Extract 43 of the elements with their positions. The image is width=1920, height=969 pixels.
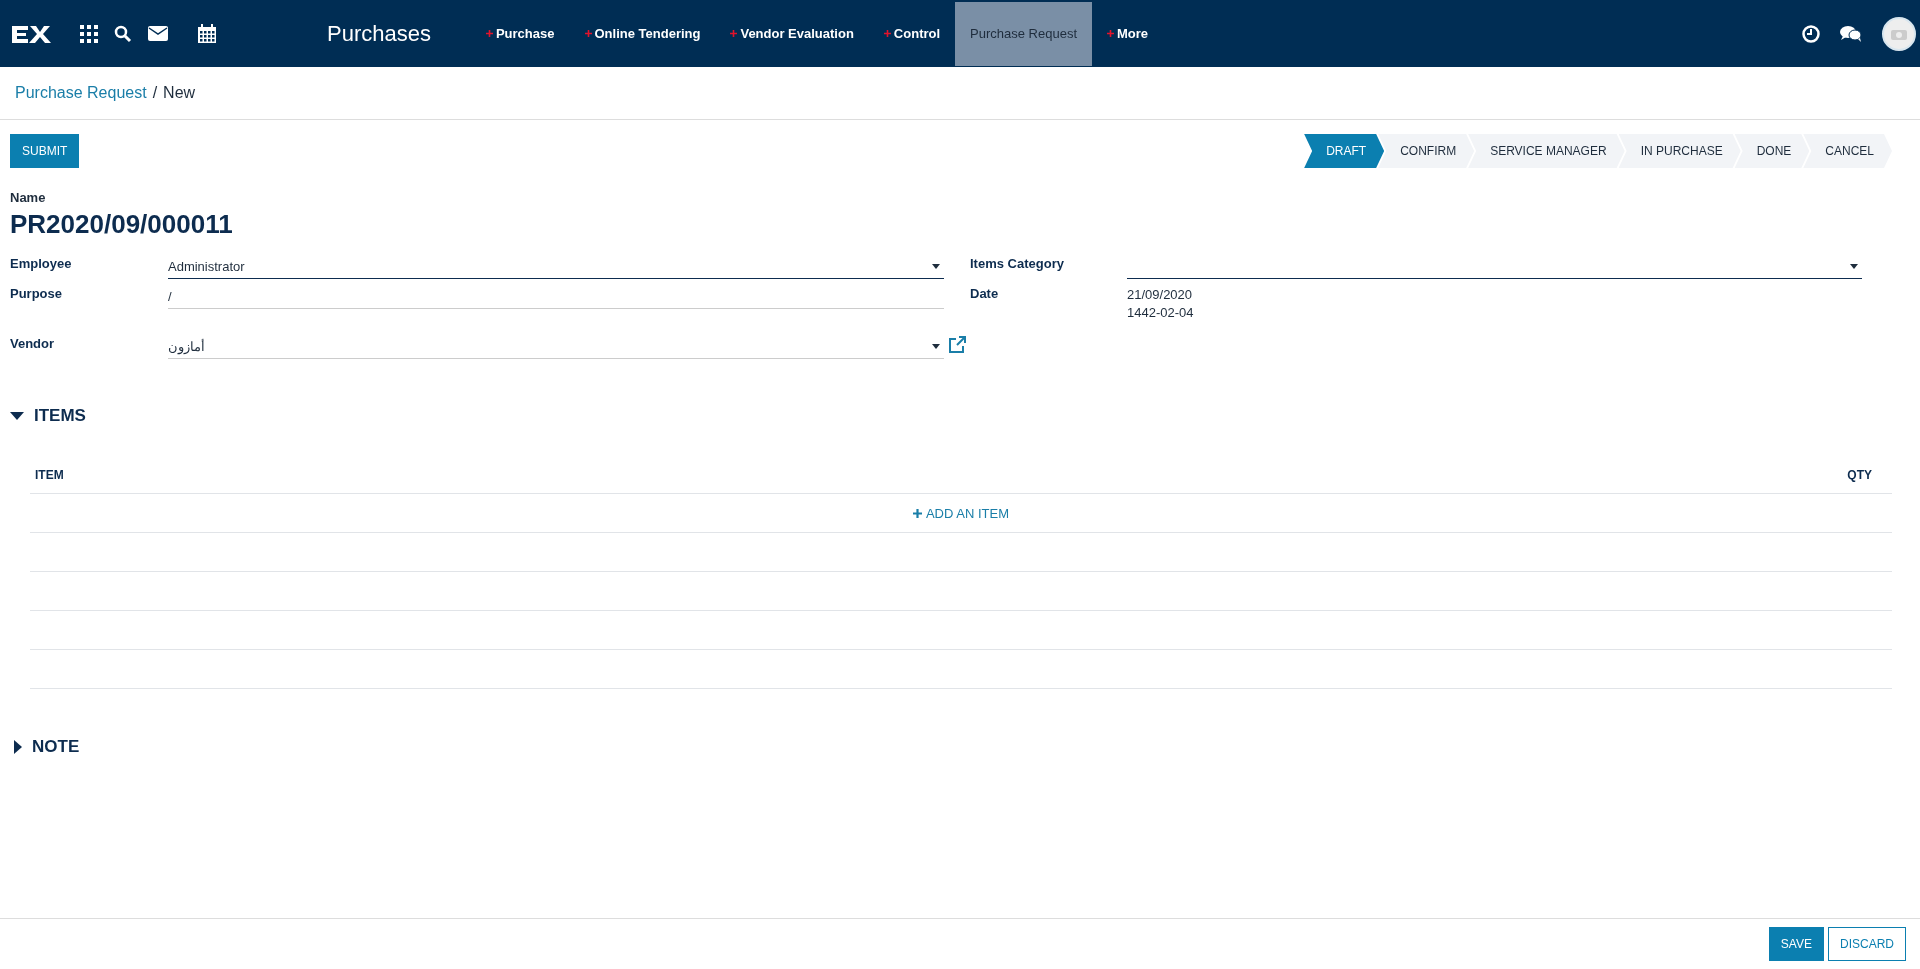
plus-icon: [912, 508, 922, 518]
status-stage[interactable]: SERVICE MANAGER: [1468, 134, 1625, 168]
status-stage[interactable]: DONE: [1734, 134, 1810, 168]
external-link-icon[interactable]: [948, 336, 966, 354]
discard-button[interactable]: DISCARD: [1828, 927, 1906, 961]
apps-grid-icon[interactable]: [80, 24, 98, 43]
field-label: Items Category: [970, 255, 1065, 271]
chat-bubbles-icon[interactable]: [1840, 24, 1862, 43]
submit-button[interactable]: SUBMIT: [10, 134, 80, 168]
clock-icon[interactable]: [1802, 24, 1820, 43]
breadcrumb-link[interactable]: Purchase Request: [15, 84, 147, 102]
breadcrumb-current: New: [163, 84, 196, 102]
calendar-icon[interactable]: [198, 24, 216, 43]
status-stage[interactable]: CONFIRM: [1378, 134, 1475, 168]
input-field[interactable]: /: [168, 284, 944, 309]
add-item-link[interactable]: ADD AN ITEM: [925, 505, 1010, 521]
nav-menu-item[interactable]: Purchase: [470, 1, 570, 66]
select-field[interactable]: أمازون: [168, 334, 944, 359]
app-title: Purchases: [327, 20, 431, 47]
save-button[interactable]: SAVE: [1768, 927, 1824, 961]
search-icon[interactable]: [114, 24, 132, 43]
nav-menu-item[interactable]: Vendor Evaluation: [715, 1, 869, 66]
breadcrumb-separator: /: [152, 84, 158, 102]
note-section-toggle[interactable]: NOTE: [10, 737, 1892, 757]
user-avatar[interactable]: [1882, 16, 1916, 51]
field-label: Purpose: [10, 285, 63, 301]
field-label: Name: [10, 190, 47, 205]
field-label: Employee: [10, 255, 73, 271]
table-header: ITEM QTY: [30, 456, 1892, 494]
date-value: 21/09/2020 1442-02-04: [1127, 286, 1195, 322]
envelope-icon[interactable]: [148, 26, 168, 41]
status-stage[interactable]: IN PURCHASE: [1618, 134, 1741, 168]
field-label: Vendor: [10, 335, 56, 351]
nav-menu-item[interactable]: More: [1092, 1, 1164, 66]
status-stage[interactable]: DRAFT: [1304, 134, 1385, 168]
field-label: Date: [970, 285, 1000, 301]
items-section-toggle[interactable]: ITEMS: [10, 406, 1892, 426]
record-name: PR2020/09/000011: [10, 209, 234, 240]
select-field[interactable]: Administrator: [168, 254, 944, 279]
nav-menu-item[interactable]: Online Tendering: [569, 1, 716, 66]
nav-menu-item[interactable]: Purchase Request: [955, 1, 1093, 66]
status-stage[interactable]: CANCEL: [1803, 134, 1892, 168]
nav-menu-item[interactable]: Control: [868, 1, 956, 66]
